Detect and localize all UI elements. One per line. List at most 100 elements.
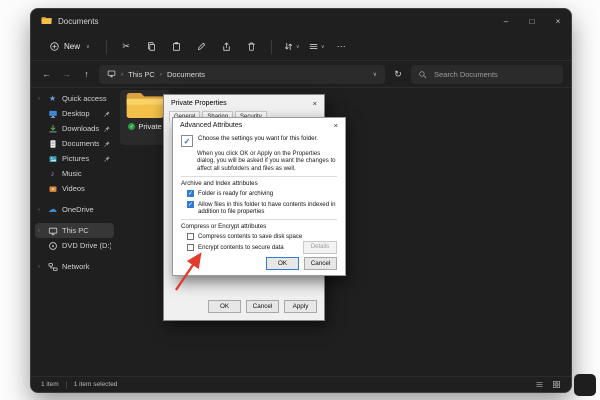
expander-chevron-icon[interactable]: ›	[38, 207, 43, 213]
sidebar-item-music[interactable]: ♪ Music	[35, 166, 114, 181]
breadcrumb[interactable]: › This PC › Documents ∨	[99, 65, 385, 84]
computer-monitor-icon	[47, 226, 58, 236]
details-view-icon[interactable]	[535, 380, 544, 389]
checkbox-row-encrypt[interactable]: Encrypt contents to secure data Details	[187, 244, 337, 251]
corner-overlay-badge	[574, 374, 596, 396]
advanced-cancel-button[interactable]: Cancel	[304, 257, 337, 270]
expander-chevron-icon[interactable]: ›	[38, 96, 43, 102]
close-button[interactable]: ×	[545, 9, 571, 33]
share-button[interactable]	[215, 37, 238, 57]
refresh-button[interactable]: ↻	[390, 69, 406, 80]
sidebar-item-dvd-drive[interactable]: DVD Drive (D:) ESD-	[35, 238, 114, 253]
picture-icon	[47, 154, 58, 164]
cut-button[interactable]: ✂	[115, 37, 138, 57]
star-icon: ★	[47, 94, 58, 103]
search-icon	[418, 70, 427, 79]
details-button[interactable]: Details	[303, 241, 337, 254]
chevron-down-icon: ∨	[296, 44, 300, 50]
intro-row: ✓ Choose the settings you want for this …	[181, 135, 337, 147]
expander-chevron-icon[interactable]: ›	[38, 228, 43, 234]
advanced-dialog-buttons: OK Cancel	[266, 257, 337, 270]
chevron-down-icon: ∨	[321, 44, 325, 50]
paste-button[interactable]	[165, 37, 188, 57]
expander-chevron-icon[interactable]: ›	[38, 264, 43, 270]
chevron-down-icon: ∨	[86, 44, 90, 50]
encrypt-checkbox[interactable]	[187, 244, 194, 251]
properties-ok-button[interactable]: OK	[208, 300, 241, 313]
sidebar-item-pictures[interactable]: Pictures	[35, 151, 114, 166]
advanced-dialog-body: ✓ Choose the settings you want for this …	[173, 133, 345, 251]
separator	[181, 176, 337, 177]
rename-pencil-icon	[196, 41, 207, 52]
screenshot-stage: Documents – □ × New ∨ ✂	[0, 0, 600, 400]
paste-icon	[171, 41, 182, 52]
advanced-dialog-titlebar: Advanced Attributes ×	[173, 118, 345, 133]
copy-button[interactable]	[140, 37, 163, 57]
search-box[interactable]	[411, 65, 563, 84]
sidebar-item-videos[interactable]: Videos	[35, 181, 114, 196]
large-icons-view-icon[interactable]	[552, 380, 561, 389]
share-icon	[221, 41, 232, 52]
folder-icon	[125, 90, 165, 121]
sidebar-item-quick-access[interactable]: › ★ Quick access	[35, 91, 114, 106]
pin-icon	[103, 140, 111, 148]
maximize-button[interactable]: □	[519, 9, 545, 33]
breadcrumb-this-pc[interactable]: This PC	[128, 70, 155, 79]
breadcrumb-documents[interactable]: Documents	[167, 70, 205, 79]
search-input[interactable]	[432, 69, 556, 80]
intro-text: Choose the settings you want for this fo…	[198, 135, 318, 142]
sidebar-item-downloads[interactable]: Downloads	[35, 121, 114, 136]
compress-checkbox[interactable]	[187, 233, 194, 240]
folder-name: Private	[138, 122, 161, 131]
toolbar-divider	[106, 40, 107, 54]
status-bar: 1 item 1 item selected	[31, 376, 571, 392]
archive-checkbox[interactable]	[187, 190, 194, 197]
address-dropdown-chevron-icon[interactable]: ∨	[373, 71, 377, 78]
back-button[interactable]: ←	[39, 69, 54, 79]
sidebar-item-this-pc[interactable]: › This PC	[35, 223, 114, 238]
minimize-button[interactable]: –	[493, 9, 519, 33]
indexing-checkbox[interactable]	[187, 201, 194, 208]
sort-button[interactable]: ∨	[280, 37, 303, 57]
status-view-toggles	[535, 380, 561, 389]
scissors-icon: ✂	[122, 41, 130, 52]
checkbox-row-archive[interactable]: Folder is ready for archiving	[187, 190, 337, 197]
rename-button[interactable]	[190, 37, 213, 57]
sidebar-item-documents[interactable]: Documents	[35, 136, 114, 151]
sidebar-item-desktop[interactable]: Desktop	[35, 106, 114, 121]
view-button[interactable]: ∨	[305, 37, 328, 57]
checkbox-row-indexing[interactable]: Allow files in this folder to have conte…	[187, 201, 337, 216]
advanced-ok-button[interactable]: OK	[266, 257, 299, 270]
command-toolbar: New ∨ ✂ ∨	[31, 33, 571, 61]
pin-icon	[103, 110, 111, 118]
new-button[interactable]: New ∨	[41, 38, 98, 55]
ellipsis-icon: ⋯	[337, 41, 346, 52]
pin-icon	[103, 155, 111, 163]
properties-dialog-buttons: OK Cancel Apply	[208, 300, 317, 313]
breadcrumb-separator: ›	[160, 71, 162, 78]
sidebar-item-network[interactable]: › Network	[35, 259, 114, 274]
advanced-attributes-dialog: Advanced Attributes × ✓ Choose the setti…	[172, 117, 346, 276]
status-divider	[66, 381, 67, 389]
pin-icon	[103, 125, 111, 133]
cloud-icon: ☁	[47, 204, 58, 215]
checkbox-row-compress[interactable]: Compress contents to save disk space	[187, 233, 337, 240]
delete-button[interactable]	[240, 37, 263, 57]
properties-apply-button[interactable]: Apply	[284, 300, 317, 313]
window-title: Documents	[58, 17, 98, 26]
download-arrow-icon	[47, 124, 58, 134]
plus-circle-icon	[49, 41, 60, 52]
titlebar: Documents – □ ×	[31, 9, 571, 33]
more-options-button[interactable]: ⋯	[330, 37, 353, 57]
close-icon[interactable]: ×	[334, 121, 338, 130]
sidebar-item-onedrive[interactable]: › ☁ OneDrive	[35, 202, 114, 217]
desktop-monitor-icon	[47, 109, 58, 119]
close-icon[interactable]: ×	[313, 99, 317, 108]
breadcrumb-separator: ›	[121, 71, 123, 78]
separator	[181, 219, 337, 220]
properties-cancel-button[interactable]: Cancel	[246, 300, 279, 313]
up-button[interactable]: ↑	[79, 69, 94, 79]
compress-group-label: Compress or Encrypt attributes	[181, 223, 337, 230]
forward-button[interactable]: →	[59, 69, 74, 79]
window-controls: – □ ×	[493, 9, 571, 33]
